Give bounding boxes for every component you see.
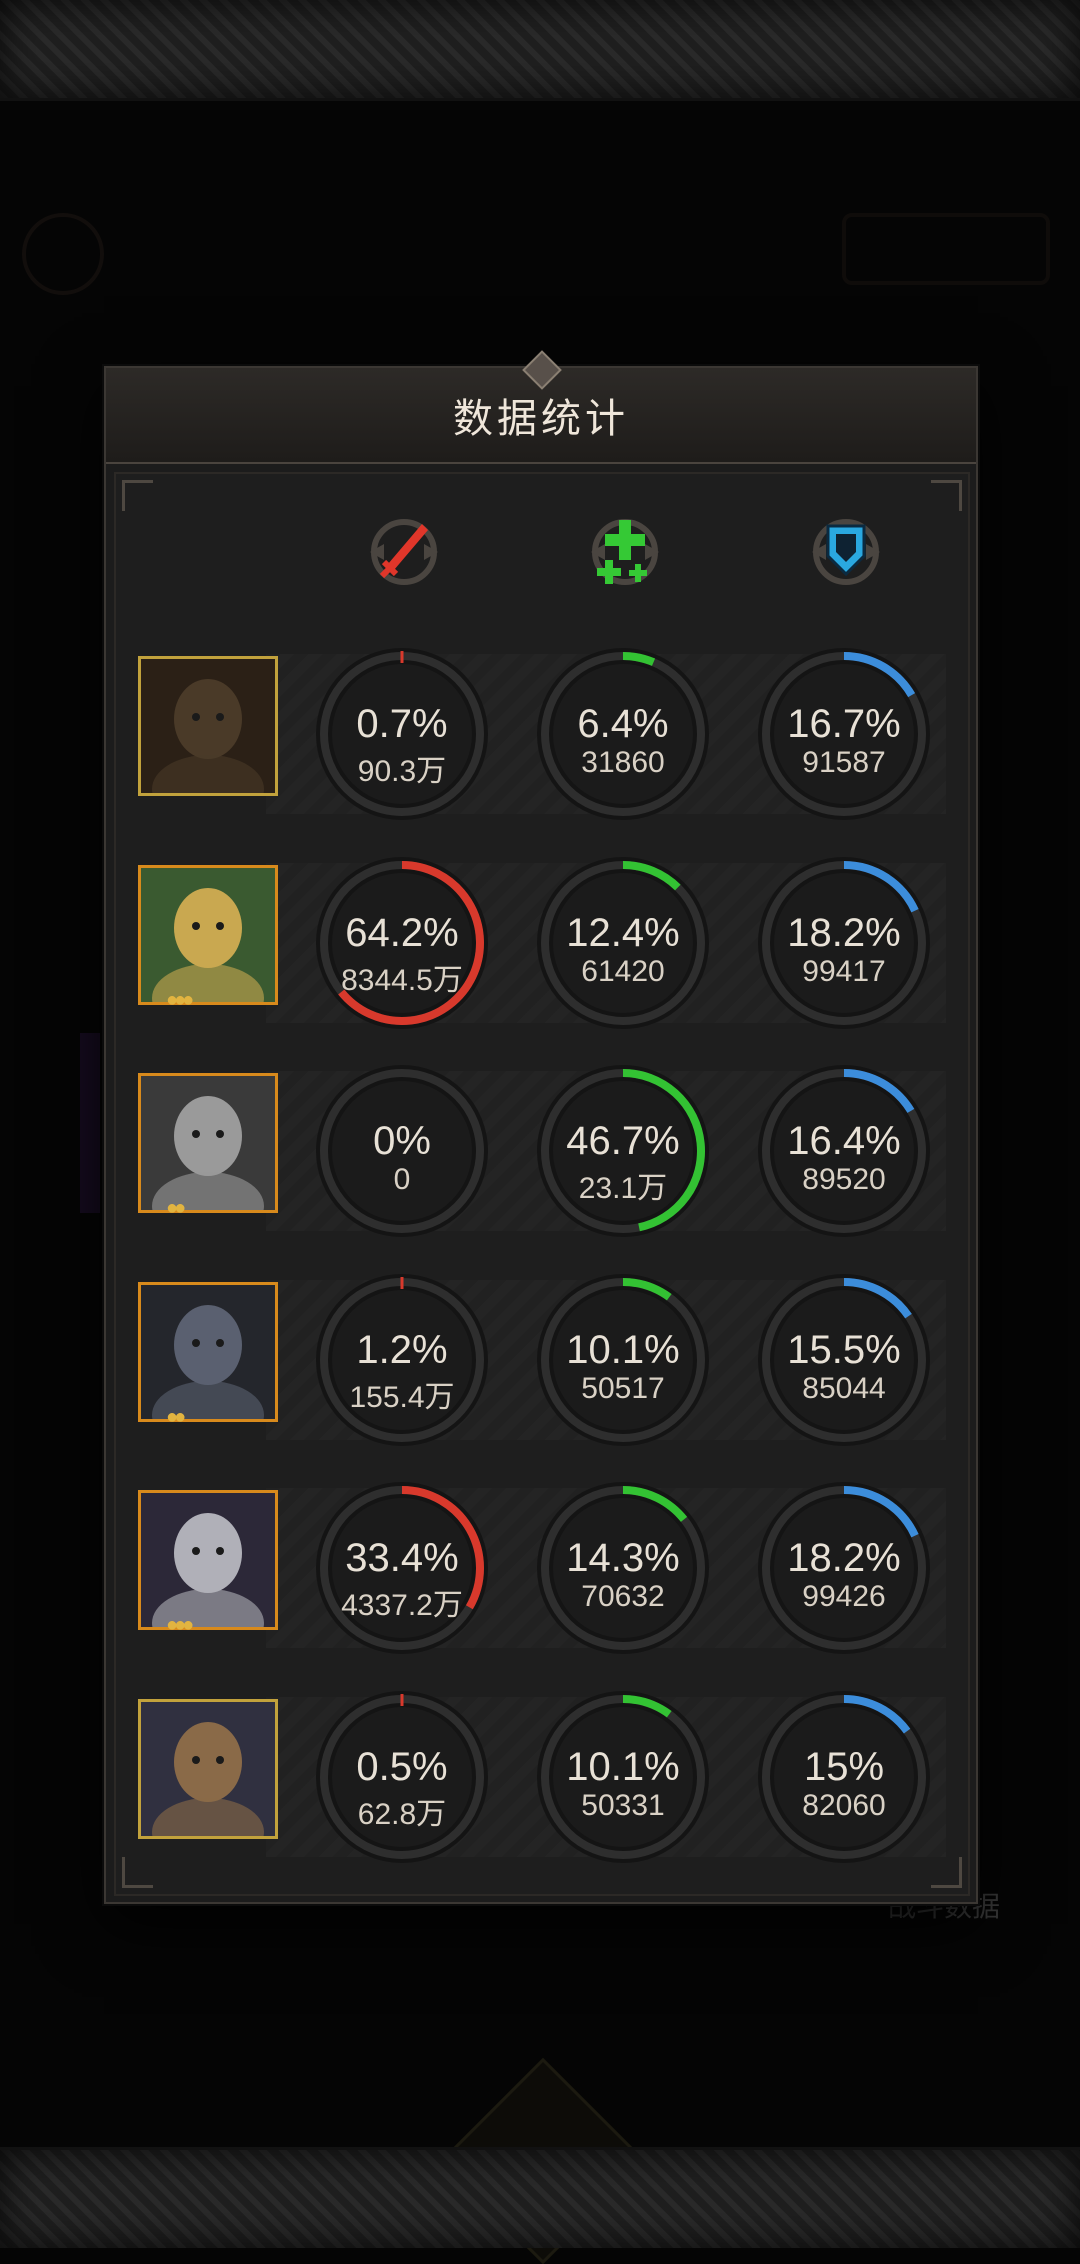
tank-stat-ring: 15% 82060 <box>754 1687 934 1867</box>
hero-star-rank: ●● <box>166 1197 186 1219</box>
background-bar <box>80 1033 100 1213</box>
heal-percent-label: 14.3% <box>566 1536 680 1580</box>
hero-face-icon <box>141 1076 275 1210</box>
dialog-header: 数据统计 <box>106 350 976 464</box>
hero-face-icon <box>141 867 275 1002</box>
heal-percent-label: 6.4% <box>577 702 669 746</box>
damage-value-label: 8344.5万 <box>341 963 463 997</box>
damage-stat-ring: 33.4% 4337.2万 <box>312 1478 492 1658</box>
damage-stat-ring: 0.7% 90.3万 <box>312 644 492 824</box>
background-banner <box>842 213 1050 285</box>
heal-cross-icon <box>591 519 659 585</box>
stats-row: ●● 1.2% 155.4万 10.1% 50517 15.5% 85044 <box>116 1270 968 1450</box>
heal-stat-ring: 46.7% 23.1万 <box>533 1061 713 1241</box>
heal-percent-label: 12.4% <box>566 910 680 955</box>
tank-stat-ring: 18.2% 99426 <box>754 1478 934 1658</box>
damage-value-label: 155.4万 <box>349 1380 455 1414</box>
heal-value-label: 50331 <box>581 1788 665 1822</box>
hero-bearded-warrior-portrait[interactable] <box>138 656 278 796</box>
hero-face-icon <box>141 1493 275 1627</box>
heal-percent-label: 10.1% <box>566 1744 680 1789</box>
damage-percent-label: 0.7% <box>356 702 448 746</box>
dialog-body: 0.7% 90.3万 6.4% 31860 16.7% 91587 ●●● 64… <box>114 472 970 1896</box>
heal-stat-ring: 14.3% 70632 <box>533 1478 713 1658</box>
stats-row: ●● 0% 0 46.7% 23.1万 16.4% 89520 <box>116 1061 968 1241</box>
hero-star-rank: ●●● <box>166 988 194 1011</box>
heal-stat-ring: 6.4% 31860 <box>533 644 713 824</box>
heal-value-label: 61420 <box>581 954 665 988</box>
damage-value-label: 62.8万 <box>357 1797 447 1831</box>
heal-stat-ring: 12.4% 61420 <box>533 853 713 1033</box>
heal-value-label: 50517 <box>581 1371 665 1405</box>
damage-value-label: 4337.2万 <box>341 1589 463 1622</box>
corner-ornament <box>931 480 962 511</box>
tank-value-label: 89520 <box>802 1163 886 1196</box>
damage-stat-ring: 64.2% 8344.5万 <box>312 853 492 1033</box>
damage-value-label: 0 <box>393 1163 411 1196</box>
hero-star-rank: ●● <box>166 1405 186 1428</box>
tank-percent-label: 18.2% <box>787 1536 901 1580</box>
hero-dark-elf-portrait[interactable] <box>138 1490 278 1630</box>
damage-stat-ring: 1.2% 155.4万 <box>312 1270 492 1450</box>
damage-stat-ring: 0.5% 62.8万 <box>312 1687 492 1867</box>
heal-percent-label: 46.7% <box>566 1119 680 1163</box>
tank-value-label: 85044 <box>802 1371 886 1405</box>
hero-werewolf-portrait[interactable] <box>138 1281 278 1422</box>
hero-star-rank: ●●● <box>166 1614 194 1636</box>
tank-percent-label: 15% <box>803 1744 885 1789</box>
damage-percent-label: 0.5% <box>356 1744 448 1789</box>
hero-face-icon <box>141 659 275 793</box>
tank-value-label: 82060 <box>802 1788 886 1822</box>
stats-dialog: 数据统计 0.7% 90.3万 6.4% 31860 16.7% 91587 ●… <box>104 350 978 1904</box>
damage-percent-label: 64.2% <box>345 910 459 955</box>
tank-stat-ring: 16.4% 89520 <box>754 1061 934 1241</box>
background-logo-icon <box>22 213 104 295</box>
stats-row: 0.7% 90.3万 6.4% 31860 16.7% 91587 <box>116 644 968 824</box>
damage-percent-label: 33.4% <box>345 1536 459 1580</box>
top-decor-band <box>0 0 1080 101</box>
hero-face-icon <box>141 1284 275 1419</box>
heal-value-label: 70632 <box>581 1580 665 1613</box>
tank-percent-label: 15.5% <box>787 1327 901 1372</box>
damage-percent-label: 0% <box>373 1119 431 1163</box>
heal-stat-ring: 10.1% 50331 <box>533 1687 713 1867</box>
hero-silver-priestess-portrait[interactable] <box>138 1073 278 1213</box>
hero-face-icon <box>141 1701 275 1836</box>
tank-percent-label: 16.7% <box>787 702 901 746</box>
tank-value-label: 99417 <box>802 954 886 988</box>
tank-value-label: 91587 <box>802 746 886 779</box>
stats-row: ●●● 64.2% 8344.5万 12.4% 61420 18.2% 9941… <box>116 853 968 1033</box>
hero-blonde-mage-portrait[interactable] <box>138 864 278 1005</box>
sword-icon <box>370 519 438 585</box>
heal-percent-label: 10.1% <box>566 1327 680 1372</box>
stats-row: ●●● 33.4% 4337.2万 14.3% 70632 18.2% 9942… <box>116 1478 968 1658</box>
bottom-decor-band <box>0 2147 1080 2248</box>
tank-percent-label: 16.4% <box>787 1119 901 1163</box>
tank-stat-ring: 15.5% 85044 <box>754 1270 934 1450</box>
dialog-title: 数据统计 <box>453 397 629 441</box>
corner-ornament <box>122 480 153 511</box>
damage-percent-label: 1.2% <box>356 1327 448 1372</box>
heal-value-label: 31860 <box>581 746 665 779</box>
tank-stat-ring: 18.2% 99417 <box>754 853 934 1033</box>
stats-row: 0.5% 62.8万 10.1% 50331 15% 82060 <box>116 1687 968 1867</box>
tank-stat-ring: 16.7% 91587 <box>754 644 934 824</box>
shield-icon <box>812 519 880 585</box>
tank-value-label: 99426 <box>802 1580 886 1613</box>
hero-horned-rogue-portrait[interactable] <box>138 1698 278 1839</box>
damage-value-label: 90.3万 <box>357 755 447 788</box>
tank-percent-label: 18.2% <box>787 910 901 955</box>
damage-stat-ring: 0% 0 <box>312 1061 492 1241</box>
heal-stat-ring: 10.1% 50517 <box>533 1270 713 1450</box>
heal-value-label: 23.1万 <box>578 1172 668 1205</box>
